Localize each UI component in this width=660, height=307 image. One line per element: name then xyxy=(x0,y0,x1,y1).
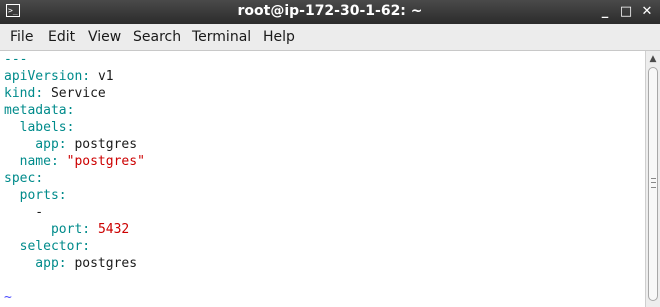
line-token: port xyxy=(4,222,83,237)
terminal-content[interactable]: --- apiVersion: v1 kind: Service metadata: … xyxy=(0,51,645,307)
line-token: : xyxy=(58,137,75,152)
editor-line: ~ xyxy=(4,289,12,306)
line-token: - xyxy=(4,205,44,220)
scroll-grip-icon xyxy=(651,178,656,188)
line-token: selector xyxy=(4,239,83,254)
line-token: : xyxy=(82,69,98,84)
line-token: app xyxy=(4,256,59,271)
line-token: : xyxy=(82,222,98,237)
line-token: --- xyxy=(4,52,28,67)
line-token: ~ xyxy=(4,290,12,305)
editor-line: name: "postgres" xyxy=(4,153,145,170)
line-token: : xyxy=(58,256,75,271)
menu-terminal[interactable]: Terminal xyxy=(192,29,251,45)
menu-bar: File Edit View Search Terminal Help xyxy=(0,24,660,51)
line-token: : xyxy=(82,239,91,254)
line-token: : xyxy=(50,154,67,169)
editor-line: - xyxy=(4,204,43,221)
menu-view[interactable]: View xyxy=(88,29,121,45)
line-token: spec xyxy=(4,171,36,186)
line-token: postgres xyxy=(74,137,138,152)
editor-line: kind: Service xyxy=(4,85,106,102)
line-token: : xyxy=(66,103,75,118)
line-token: apiVersion xyxy=(4,69,83,84)
line-token: ports xyxy=(4,188,59,203)
menu-file[interactable]: File xyxy=(10,29,33,45)
editor-line: metadata: xyxy=(4,102,74,119)
editor-line: port: 5432 xyxy=(4,221,129,238)
close-button[interactable]: ✕ xyxy=(638,2,656,22)
maximize-button[interactable]: □ xyxy=(617,2,635,22)
terminal-window: >_ root@ip-172-30-1-62: ~ _ □ ✕ File Edi… xyxy=(0,0,660,307)
editor-line: selector: xyxy=(4,238,90,255)
editor-line: spec: xyxy=(4,170,43,187)
editor-line: apiVersion: v1 xyxy=(4,68,114,85)
line-token: app xyxy=(4,137,59,152)
line-token: postgres xyxy=(74,256,138,271)
line-token: 5432 xyxy=(97,222,130,237)
menu-help[interactable]: Help xyxy=(263,29,295,45)
line-token: labels xyxy=(4,120,67,135)
editor-line: --- xyxy=(4,51,27,68)
line-token: : xyxy=(58,188,67,203)
minimize-button[interactable]: _ xyxy=(596,2,614,22)
vertical-scrollbar[interactable]: ▲ xyxy=(645,51,660,307)
title-bar[interactable]: >_ root@ip-172-30-1-62: ~ _ □ ✕ xyxy=(0,0,660,24)
line-token: metadata xyxy=(4,103,67,118)
line-token: Service xyxy=(50,86,106,101)
line-token: v1 xyxy=(97,69,114,84)
line-token: name xyxy=(4,154,51,169)
window-title: root@ip-172-30-1-62: ~ xyxy=(237,3,423,19)
line-token: : xyxy=(35,171,44,186)
editor-line: app: postgres xyxy=(4,136,137,153)
menu-edit[interactable]: Edit xyxy=(48,29,75,45)
editor-line: app: postgres xyxy=(4,255,137,272)
line-token: : xyxy=(35,86,51,101)
scroll-up-arrow-icon[interactable]: ▲ xyxy=(646,53,660,65)
line-token: : xyxy=(66,120,75,135)
editor-line: labels: xyxy=(4,119,75,136)
line-token: kind xyxy=(4,86,36,101)
menu-search[interactable]: Search xyxy=(133,29,181,45)
scroll-thumb[interactable] xyxy=(648,67,658,301)
line-token: "postgres" xyxy=(66,154,145,169)
editor-line: ports: xyxy=(4,187,67,204)
